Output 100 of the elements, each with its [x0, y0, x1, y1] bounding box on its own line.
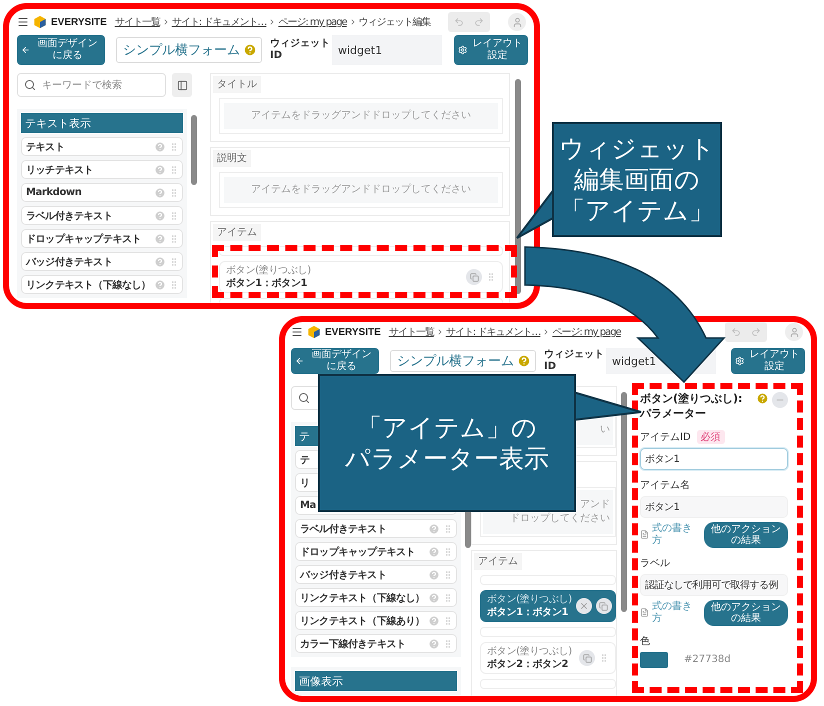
drag-handle-icon[interactable]	[599, 653, 609, 663]
group-header[interactable]: 画像表示	[295, 671, 457, 691]
input-field[interactable]: ボタン1	[640, 448, 788, 470]
user-icon	[512, 16, 522, 28]
breadcrumb-link[interactable]: ウィジェット編集	[358, 15, 431, 29]
help-icon[interactable]	[428, 546, 440, 558]
layout-settings-button[interactable]: レイアウト設定	[731, 348, 805, 374]
panel-toggle-button[interactable]	[172, 73, 192, 97]
widget-item[interactable]: ボタン(塗りつぶし) ボタン2：ボタン2	[480, 642, 616, 674]
field-label: アイテム名	[640, 478, 690, 492]
user-avatar[interactable]	[508, 13, 526, 31]
sidebar-item[interactable]: ラベル付きテキスト	[295, 519, 457, 538]
help-icon[interactable]	[154, 278, 166, 290]
collapse-button[interactable]	[772, 392, 788, 408]
input-field[interactable]: 認証なしで利用可で取得する例	[640, 574, 788, 596]
sidebar-item[interactable]: ドロップキャップテキスト	[295, 542, 457, 561]
redo-icon[interactable]	[474, 17, 484, 27]
copy-button[interactable]	[579, 650, 595, 666]
sidebar-item[interactable]: バッジ付きテキスト	[295, 565, 457, 584]
help-icon[interactable]	[154, 210, 166, 222]
logo-icon	[307, 325, 321, 339]
callout-text: 「アイテム」	[560, 195, 714, 226]
input-field[interactable]: ボタン1	[640, 496, 788, 518]
back-button[interactable]: 画面デザインに戻る	[291, 348, 379, 374]
title-field[interactable]: シンプル横フォーム	[116, 37, 262, 63]
action-result-button[interactable]: 他のアクションの結果	[704, 600, 788, 626]
widget-id-label: ウィジェットID	[544, 348, 605, 374]
copy-button[interactable]	[596, 598, 612, 614]
sidebar-item[interactable]: テキスト	[21, 137, 183, 156]
gear-icon	[458, 45, 468, 55]
sidebar-item[interactable]: ドロップキャップテキスト	[21, 229, 183, 248]
help-icon[interactable]	[428, 522, 440, 534]
breadcrumb-link[interactable]: サイト一覧	[114, 15, 160, 29]
widget-id-label: ウィジェットID	[270, 38, 331, 62]
help-icon[interactable]	[154, 164, 166, 176]
help-icon[interactable]	[428, 592, 440, 604]
required-badge: 必須	[696, 430, 725, 444]
sidebar-item[interactable]: カラー下線付きテキスト	[295, 634, 457, 653]
sidebar-item[interactable]: リンクテキスト（下線なし）	[21, 275, 183, 294]
field-label: 色	[640, 634, 650, 648]
formula-help-link[interactable]: 式の書き方	[652, 522, 696, 547]
user-avatar[interactable]	[785, 323, 803, 341]
help-icon[interactable]	[756, 392, 769, 405]
logo-icon	[33, 15, 47, 29]
user-icon	[788, 326, 800, 338]
group-header[interactable]: テキスト表示	[21, 113, 183, 133]
copy-icon	[470, 272, 478, 282]
sidebar-item[interactable]: Markdown	[21, 183, 183, 202]
sidebar-item[interactable]: ラベル付きテキスト	[21, 206, 183, 225]
remove-button[interactable]	[576, 598, 592, 614]
drag-handle-icon[interactable]	[486, 272, 496, 282]
help-icon[interactable]	[428, 638, 440, 650]
section-label: アイテム	[213, 224, 261, 241]
breadcrumb-link[interactable]: サイト: ドキュメント…	[172, 15, 266, 29]
sidebar-item[interactable]: リッチテキスト	[21, 160, 183, 179]
help-icon[interactable]	[154, 256, 166, 268]
logo-text: EVERYSITE	[325, 326, 381, 338]
help-icon[interactable]	[428, 614, 440, 626]
widget-id-field[interactable]: widget1	[332, 35, 442, 65]
section-label: アイテム	[474, 553, 522, 570]
help-icon[interactable]	[154, 232, 166, 244]
section-label: タイトル	[213, 76, 261, 93]
search-icon	[24, 79, 36, 91]
menu-icon[interactable]	[291, 326, 303, 338]
gear-icon	[735, 356, 744, 366]
help-icon[interactable]	[428, 568, 440, 580]
title-field[interactable]: シンプル横フォーム	[390, 350, 536, 372]
breadcrumb-link[interactable]: サイト: ドキュメント…	[446, 325, 540, 339]
panel-icon	[176, 80, 188, 90]
breadcrumb-link[interactable]: サイト一覧	[388, 325, 434, 339]
layout-settings-button[interactable]: レイアウト設定	[454, 35, 528, 65]
action-result-button[interactable]: 他のアクションの結果	[704, 522, 788, 548]
sidebar-item[interactable]: リンクテキスト（下線あり）	[295, 611, 457, 630]
help-icon[interactable]	[154, 140, 166, 152]
undo-icon[interactable]	[454, 17, 464, 27]
close-icon	[578, 601, 589, 611]
widget-item[interactable]: ボタン(塗りつぶし) ボタン1：ボタン1	[480, 590, 616, 622]
sidebar-item[interactable]: リンクテキスト（下線なし）	[295, 588, 457, 607]
copy-button[interactable]	[466, 269, 482, 285]
sidebar-item[interactable]: バッジ付きテキスト	[21, 252, 183, 271]
help-icon[interactable]	[243, 43, 257, 57]
menu-icon[interactable]	[17, 16, 29, 28]
callout-text: パラメーター表示	[345, 443, 549, 474]
help-icon[interactable]	[517, 354, 531, 368]
breadcrumb-link[interactable]: ページ: my page	[552, 325, 621, 339]
color-swatch[interactable]	[640, 652, 668, 668]
formula-help-link[interactable]: 式の書き方	[652, 600, 696, 625]
back-button[interactable]: 画面デザインに戻る	[17, 35, 105, 65]
search-field[interactable]: キーワードで検索	[17, 73, 166, 97]
drop-hint: アイテムをドラッグアンドドロップしてください	[224, 103, 498, 129]
widget-item[interactable]: ボタン(塗りつぶし) ボタン1：ボタン1	[219, 261, 503, 293]
panel-title: ボタン(塗りつぶし): パラメーター	[640, 392, 744, 422]
callout-text: 編集画面の	[574, 164, 700, 195]
logo-text: EVERYSITE	[51, 16, 107, 28]
arrow-left-icon	[21, 45, 30, 55]
redo-icon[interactable]	[751, 327, 761, 337]
help-icon[interactable]	[154, 186, 166, 198]
breadcrumb-link[interactable]: ページ: my page	[278, 15, 347, 29]
undo-icon[interactable]	[731, 327, 741, 337]
color-value: #27738d	[684, 654, 731, 666]
